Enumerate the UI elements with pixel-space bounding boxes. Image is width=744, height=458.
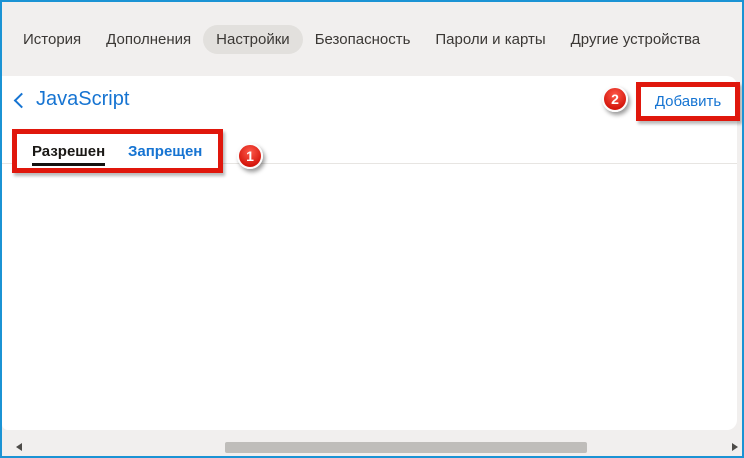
highlight-box-filter-tabs: Разрешен Запрещен	[12, 129, 223, 173]
settings-nav: История Дополнения Настройки Безопасност…	[2, 2, 742, 76]
scroll-right-arrow-icon[interactable]	[732, 443, 738, 451]
back-link[interactable]: JavaScript	[13, 88, 129, 111]
step-badge-1: 1	[237, 143, 263, 169]
highlight-box-add: Добавить	[636, 82, 740, 121]
step-badge-2: 2	[602, 86, 628, 112]
scroll-left-arrow-icon[interactable]	[16, 443, 22, 451]
active-tab-underline	[32, 163, 105, 166]
horizontal-scrollbar[interactable]	[2, 430, 742, 456]
step-badge-2-number: 2	[611, 91, 619, 107]
back-chevron-icon[interactable]	[13, 92, 30, 108]
add-button[interactable]: Добавить	[655, 93, 721, 110]
nav-tab-other-devices[interactable]: Другие устройства	[571, 31, 700, 48]
page-title[interactable]: JavaScript	[36, 88, 129, 111]
nav-tab-settings[interactable]: Настройки	[203, 24, 303, 54]
browser-settings-window: История Дополнения Настройки Безопасност…	[0, 0, 744, 458]
nav-tab-extensions[interactable]: Дополнения	[106, 31, 191, 48]
nav-tab-passwords-cards[interactable]: Пароли и карты	[435, 31, 545, 48]
nav-tab-history[interactable]: История	[23, 31, 81, 48]
nav-tab-security[interactable]: Безопасность	[315, 31, 411, 48]
tab-blocked[interactable]: Запрещен	[128, 143, 202, 160]
tab-allowed[interactable]: Разрешен	[32, 143, 105, 160]
scrollbar-thumb[interactable]	[225, 442, 587, 453]
step-badge-1-number: 1	[246, 148, 254, 164]
